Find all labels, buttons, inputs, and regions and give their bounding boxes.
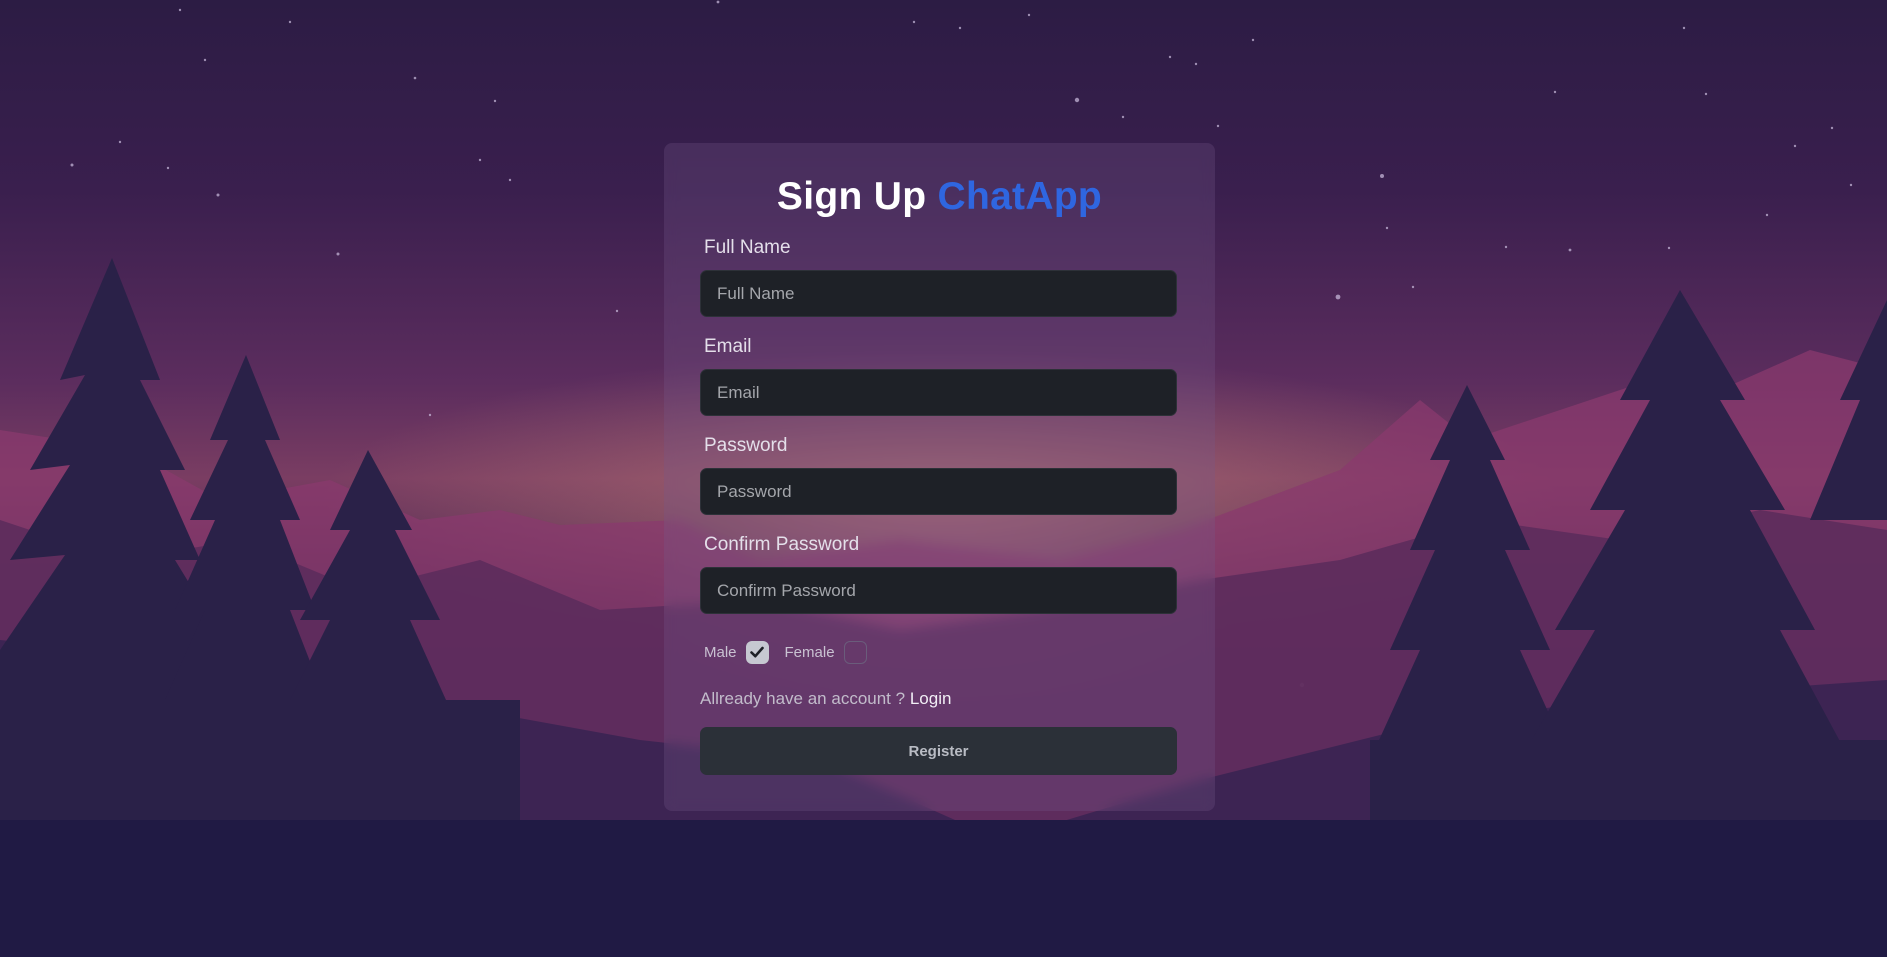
signup-card: Sign Up ChatApp Full Name Email Password…	[664, 143, 1215, 811]
login-prompt-line: Allready have an account ? Login	[700, 689, 951, 709]
login-prompt-text: Allready have an account ?	[700, 689, 906, 708]
female-checkbox[interactable]	[843, 640, 867, 664]
password-input[interactable]	[700, 468, 1177, 515]
register-button[interactable]: Register	[700, 727, 1177, 775]
full-name-input[interactable]	[700, 270, 1177, 317]
email-input[interactable]	[700, 369, 1177, 416]
title-main: Sign Up	[776, 175, 927, 218]
check-icon	[750, 646, 764, 658]
page-title: Sign Up ChatApp	[664, 175, 1215, 219]
full-name-label: Full Name	[704, 237, 791, 258]
confirm-password-label: Confirm Password	[704, 534, 860, 555]
female-label: Female	[784, 643, 835, 661]
email-label: Email	[704, 336, 752, 357]
title-brand: ChatApp	[937, 175, 1103, 218]
gender-selector: Male Female	[704, 639, 883, 665]
confirm-password-input[interactable]	[700, 567, 1177, 614]
password-label: Password	[704, 435, 788, 456]
login-link[interactable]: Login	[910, 689, 952, 708]
male-label: Male	[704, 643, 737, 661]
male-checkbox[interactable]	[745, 640, 769, 664]
